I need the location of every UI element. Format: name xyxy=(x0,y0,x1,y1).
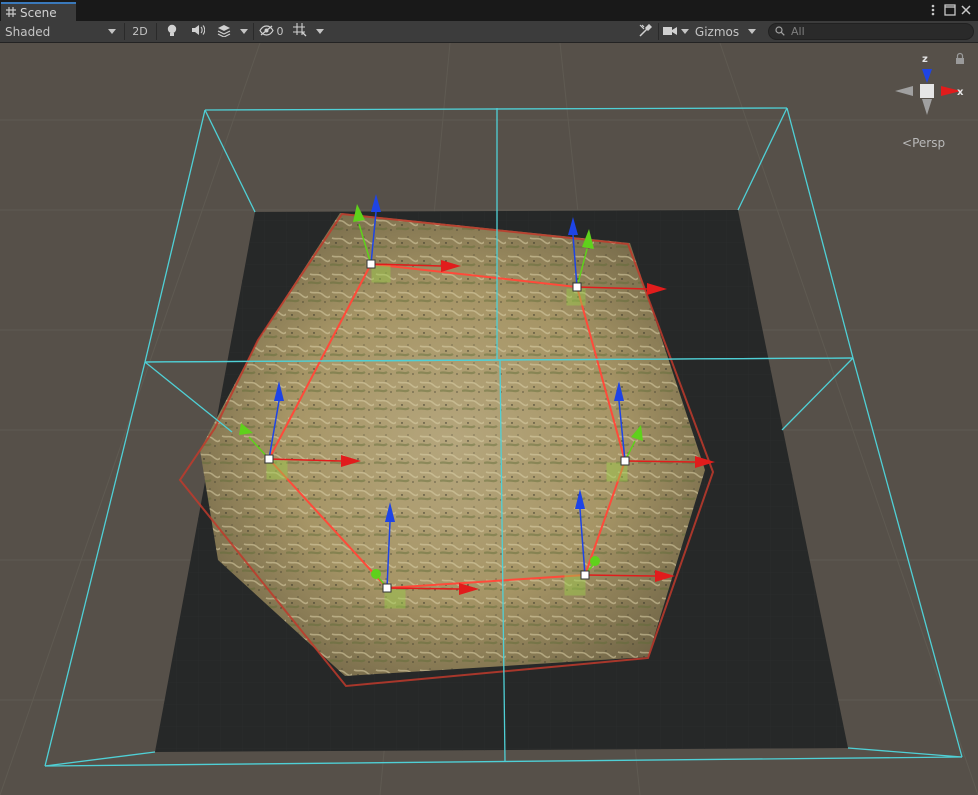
tab-label: Scene xyxy=(20,5,57,20)
kebab-menu-icon[interactable] xyxy=(926,3,940,17)
layers-icon xyxy=(217,24,231,40)
chevron-down-icon xyxy=(748,29,756,34)
divider xyxy=(658,23,659,40)
projection-toggle[interactable]: <Persp xyxy=(902,136,945,150)
scene-viewport[interactable]: z x <Persp xyxy=(0,43,978,795)
grid-snap-icon xyxy=(293,23,307,40)
hidden-object-count: 0 xyxy=(276,25,284,38)
2d-toggle-label: 2D xyxy=(132,25,148,38)
search-placeholder: All xyxy=(791,25,805,38)
divider xyxy=(156,23,157,40)
scene-canvas[interactable] xyxy=(0,43,978,795)
2d-toggle-button[interactable]: 2D xyxy=(128,22,152,41)
chevron-down-icon xyxy=(108,29,116,34)
search-field[interactable]: All xyxy=(768,23,974,40)
gizmos-label: Gizmos xyxy=(694,24,740,39)
scene-visibility-toggle[interactable]: 0 xyxy=(256,22,286,41)
search-icon xyxy=(775,25,785,39)
divider xyxy=(124,23,125,40)
eye-slash-icon xyxy=(258,24,274,39)
effects-dropdown-button[interactable] xyxy=(237,22,251,41)
camera-icon xyxy=(663,25,677,39)
tab-scene[interactable]: Scene xyxy=(1,2,76,21)
shading-mode-dropdown[interactable]: Shaded xyxy=(1,22,121,41)
tab-bar: Scene xyxy=(0,0,978,21)
effects-toggle-button[interactable] xyxy=(212,22,236,41)
projection-label: Persp xyxy=(912,136,946,150)
scene-window: Scene Shaded 2D 0 Gizmos All z x <Persp xyxy=(0,0,978,795)
grid-dropdown-button[interactable] xyxy=(313,22,327,41)
audio-toggle-button[interactable] xyxy=(186,22,210,41)
tools-icon xyxy=(638,23,652,40)
chevron-down-icon xyxy=(316,29,324,34)
grid-snap-button[interactable] xyxy=(288,22,312,41)
orientation-gizmo[interactable] xyxy=(895,69,961,115)
tools-button[interactable] xyxy=(634,22,656,41)
lightbulb-icon xyxy=(166,24,178,40)
axis-x-label: x xyxy=(957,87,964,98)
gizmos-toggle-button[interactable]: Gizmos xyxy=(693,22,741,41)
scene-toolbar: Shaded 2D 0 Gizmos All xyxy=(0,21,978,43)
camera-settings-button[interactable] xyxy=(661,22,691,41)
chevron-down-icon xyxy=(681,29,689,34)
axis-z-label: z xyxy=(922,54,928,65)
scene-grid-icon xyxy=(6,6,16,20)
speaker-icon xyxy=(191,24,206,39)
gizmos-dropdown-button[interactable] xyxy=(742,22,762,41)
divider xyxy=(253,23,254,40)
lock-icon[interactable] xyxy=(956,52,964,65)
shading-mode-value: Shaded xyxy=(5,24,51,39)
chevron-down-icon xyxy=(240,29,248,34)
close-icon[interactable] xyxy=(959,3,973,17)
lighting-toggle-button[interactable] xyxy=(160,22,184,41)
chevron-left-icon: < xyxy=(902,136,913,150)
maximize-icon[interactable] xyxy=(943,3,957,17)
